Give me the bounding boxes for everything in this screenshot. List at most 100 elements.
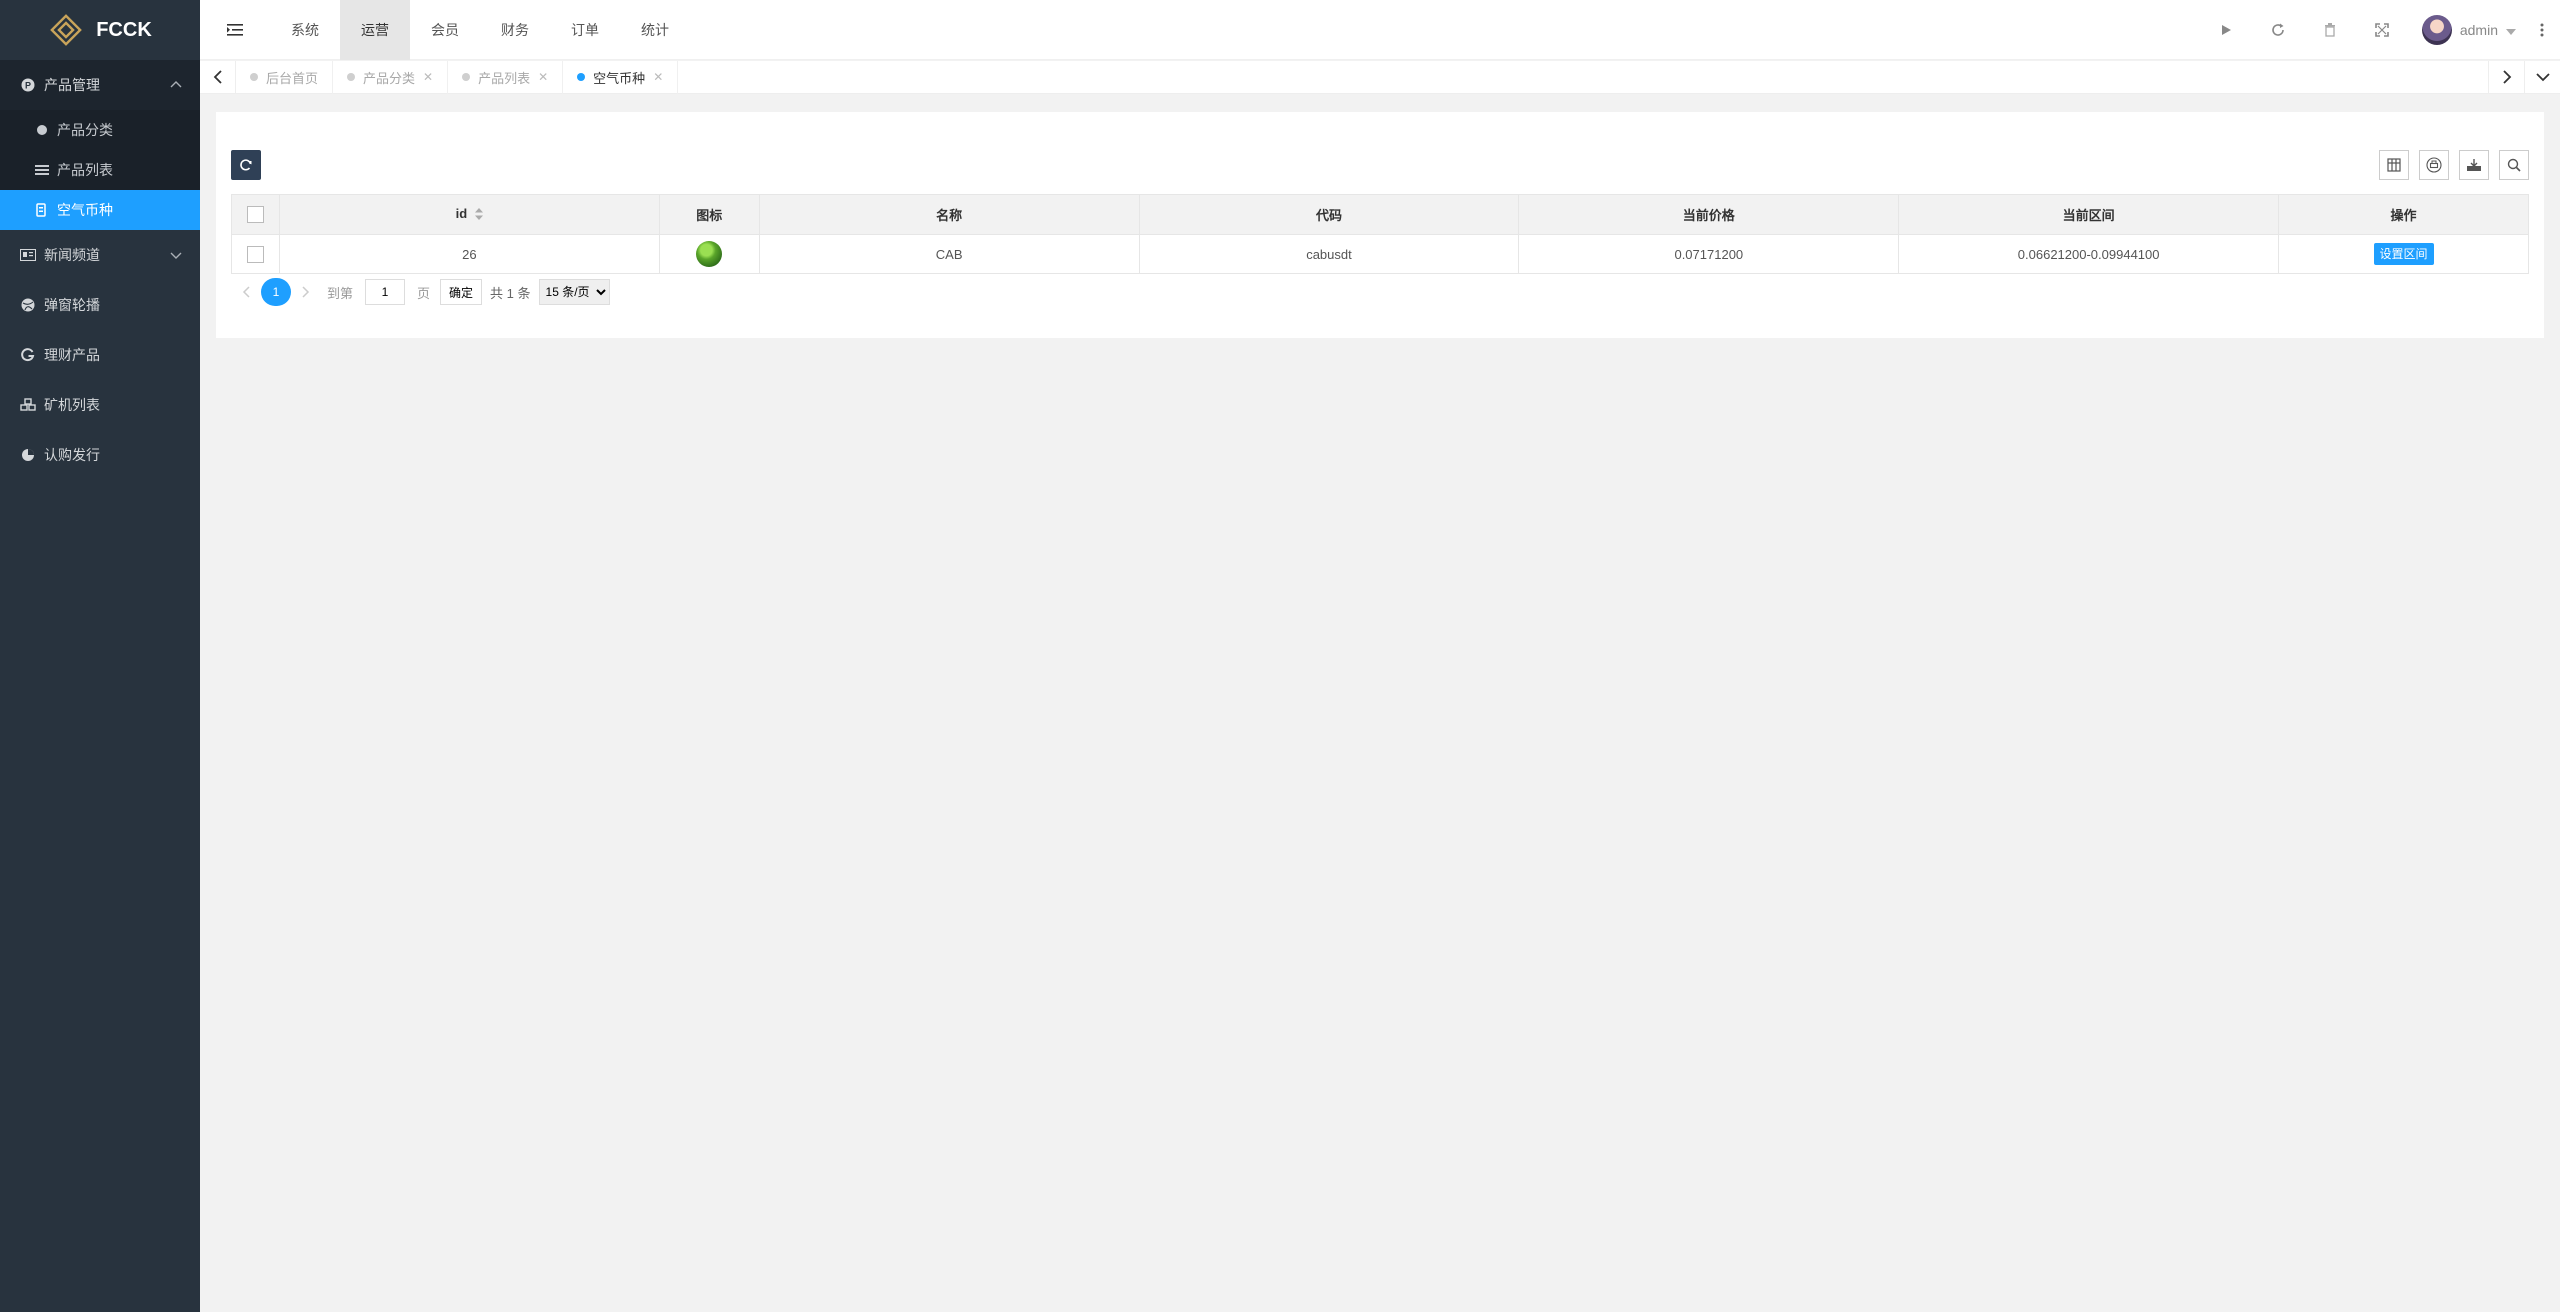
tabs: 后台首页 产品分类 ✕ 产品列表 ✕ 空气币种 ✕ <box>236 60 2488 94</box>
set-range-button[interactable]: 设置区间 <box>2373 243 2434 265</box>
tab-air-coin[interactable]: 空气币种 ✕ <box>563 60 679 94</box>
tabs-scroll-right-icon[interactable] <box>2488 60 2524 94</box>
more-vertical-icon[interactable] <box>2524 0 2560 60</box>
dot-icon <box>35 123 49 137</box>
play-icon[interactable] <box>2200 0 2252 60</box>
tab-dot-icon <box>462 73 471 81</box>
menu-popup-carousel[interactable]: 弹窗轮播 <box>0 280 200 330</box>
pie-icon <box>20 447 36 463</box>
select-all-checkbox[interactable] <box>246 206 264 224</box>
table-row: 26 CAB cabusdt 0.07171200 0.06621200-0.0… <box>231 234 2529 274</box>
tab-label: 产品分类 <box>363 70 416 86</box>
columns-filter-icon[interactable] <box>2379 150 2409 180</box>
menu-label: 矿机列表 <box>44 397 100 413</box>
page-tabs-bar: 后台首页 产品分类 ✕ 产品列表 ✕ 空气币种 ✕ <box>200 60 2560 94</box>
col-name: 名称 <box>758 194 1140 235</box>
cell-range: 0.06621200-0.09944100 <box>1898 234 2280 274</box>
menu-label: 新闻频道 <box>44 247 100 263</box>
close-icon[interactable]: ✕ <box>538 70 548 84</box>
menu-label: 弹窗轮播 <box>44 297 100 313</box>
prev-page-icon[interactable] <box>231 278 261 306</box>
next-page-icon[interactable] <box>291 278 321 306</box>
sidebar: FCCK P 产品管理 产品分类 产品列表 空气币种 新闻频道 弹窗轮播 理财产… <box>0 0 200 1312</box>
nav-members[interactable]: 会员 <box>410 0 480 60</box>
tab-dot-icon <box>577 73 586 81</box>
menu-label: 产品管理 <box>44 77 100 93</box>
print-icon[interactable] <box>2419 150 2449 180</box>
top-header: 系统 运营 会员 财务 订单 统计 admin <box>200 0 2560 60</box>
row-checkbox[interactable] <box>246 245 264 263</box>
tabs-menu-chevron-down-icon[interactable] <box>2524 60 2560 94</box>
cell-id: 26 <box>278 234 660 274</box>
tab-label: 产品列表 <box>478 70 531 86</box>
tab-dot-icon <box>347 73 356 81</box>
menu-subscription-issue[interactable]: 认购发行 <box>0 430 200 480</box>
dribbble-icon <box>20 297 36 313</box>
refresh-icon[interactable] <box>2252 0 2304 60</box>
table-refresh-button[interactable] <box>231 150 261 180</box>
cell-name: CAB <box>758 234 1140 274</box>
total-count: 共 1 条 <box>490 285 531 301</box>
coin-icon <box>35 203 49 217</box>
content-card: id 图标 名称 代码 当前价格 当前区间 操作 26 CAB cabusdt … <box>216 112 2544 338</box>
p-circle-icon: P <box>20 77 36 93</box>
col-action: 操作 <box>2278 194 2529 235</box>
tabs-scroll-left-icon[interactable] <box>200 60 236 94</box>
export-icon[interactable] <box>2459 150 2489 180</box>
sidebar-item-product-list[interactable]: 产品列表 <box>0 150 200 190</box>
trash-icon[interactable] <box>2304 0 2356 60</box>
nav-orders[interactable]: 订单 <box>550 0 620 60</box>
sub-label: 产品列表 <box>57 162 113 178</box>
chevron-down-icon <box>168 247 184 263</box>
diamond-logo-icon <box>48 12 84 48</box>
cab-coin-icon <box>696 241 723 267</box>
user-menu[interactable]: admin <box>2408 15 2524 45</box>
menu-news-channel[interactable]: 新闻频道 <box>0 230 200 280</box>
top-nav: 系统 运营 会员 财务 订单 统计 <box>270 0 690 60</box>
menu-product-management[interactable]: P 产品管理 <box>0 60 200 110</box>
nav-statistics[interactable]: 统计 <box>620 0 690 60</box>
sidebar-item-product-category[interactable]: 产品分类 <box>0 110 200 150</box>
sort-icon[interactable] <box>475 207 484 223</box>
goto-confirm-button[interactable]: 确定 <box>440 279 483 305</box>
table-toolbar <box>231 150 2529 180</box>
g-icon <box>20 347 36 363</box>
caret-down-icon <box>2506 22 2516 38</box>
cell-icon <box>658 234 760 274</box>
cell-action: 设置区间 <box>2278 234 2529 274</box>
data-table: id 图标 名称 代码 当前价格 当前区间 操作 26 CAB cabusdt … <box>231 194 2529 274</box>
page-1[interactable]: 1 <box>261 278 291 306</box>
close-icon[interactable]: ✕ <box>423 70 433 84</box>
sidebar-toggle-icon[interactable] <box>200 0 270 60</box>
col-id[interactable]: id <box>278 194 660 235</box>
brand-logo[interactable]: FCCK <box>0 0 200 60</box>
cell-price: 0.07171200 <box>1518 234 1900 274</box>
username: admin <box>2459 22 2498 38</box>
menu-miner-list[interactable]: 矿机列表 <box>0 380 200 430</box>
close-icon[interactable]: ✕ <box>653 70 663 84</box>
submenu-product: 产品分类 产品列表 空气币种 <box>0 110 200 230</box>
table-tools <box>2379 150 2529 180</box>
sub-label: 产品分类 <box>57 122 113 138</box>
sidebar-item-air-coin[interactable]: 空气币种 <box>0 190 200 230</box>
nav-system[interactable]: 系统 <box>270 0 340 60</box>
tab-product-category[interactable]: 产品分类 ✕ <box>333 60 449 94</box>
goto-page-input[interactable] <box>365 279 406 305</box>
row-checkbox-cell <box>231 234 280 274</box>
goto-label: 到第 <box>327 285 354 301</box>
page-size-select[interactable]: 15 条/页 <box>538 279 610 305</box>
nav-operations[interactable]: 运营 <box>340 0 410 60</box>
tab-label: 空气币种 <box>593 70 646 86</box>
sub-label: 空气币种 <box>57 202 113 218</box>
col-range: 当前区间 <box>1898 194 2280 235</box>
col-label: id <box>455 206 468 222</box>
tab-dashboard[interactable]: 后台首页 <box>236 60 334 94</box>
col-icon: 图标 <box>658 194 760 235</box>
tab-label: 后台首页 <box>266 70 319 86</box>
fullscreen-icon[interactable] <box>2356 0 2408 60</box>
search-icon[interactable] <box>2499 150 2529 180</box>
tab-product-list[interactable]: 产品列表 ✕ <box>448 60 564 94</box>
header-checkbox-cell <box>231 194 280 235</box>
nav-finance[interactable]: 财务 <box>480 0 550 60</box>
menu-finance-products[interactable]: 理财产品 <box>0 330 200 380</box>
